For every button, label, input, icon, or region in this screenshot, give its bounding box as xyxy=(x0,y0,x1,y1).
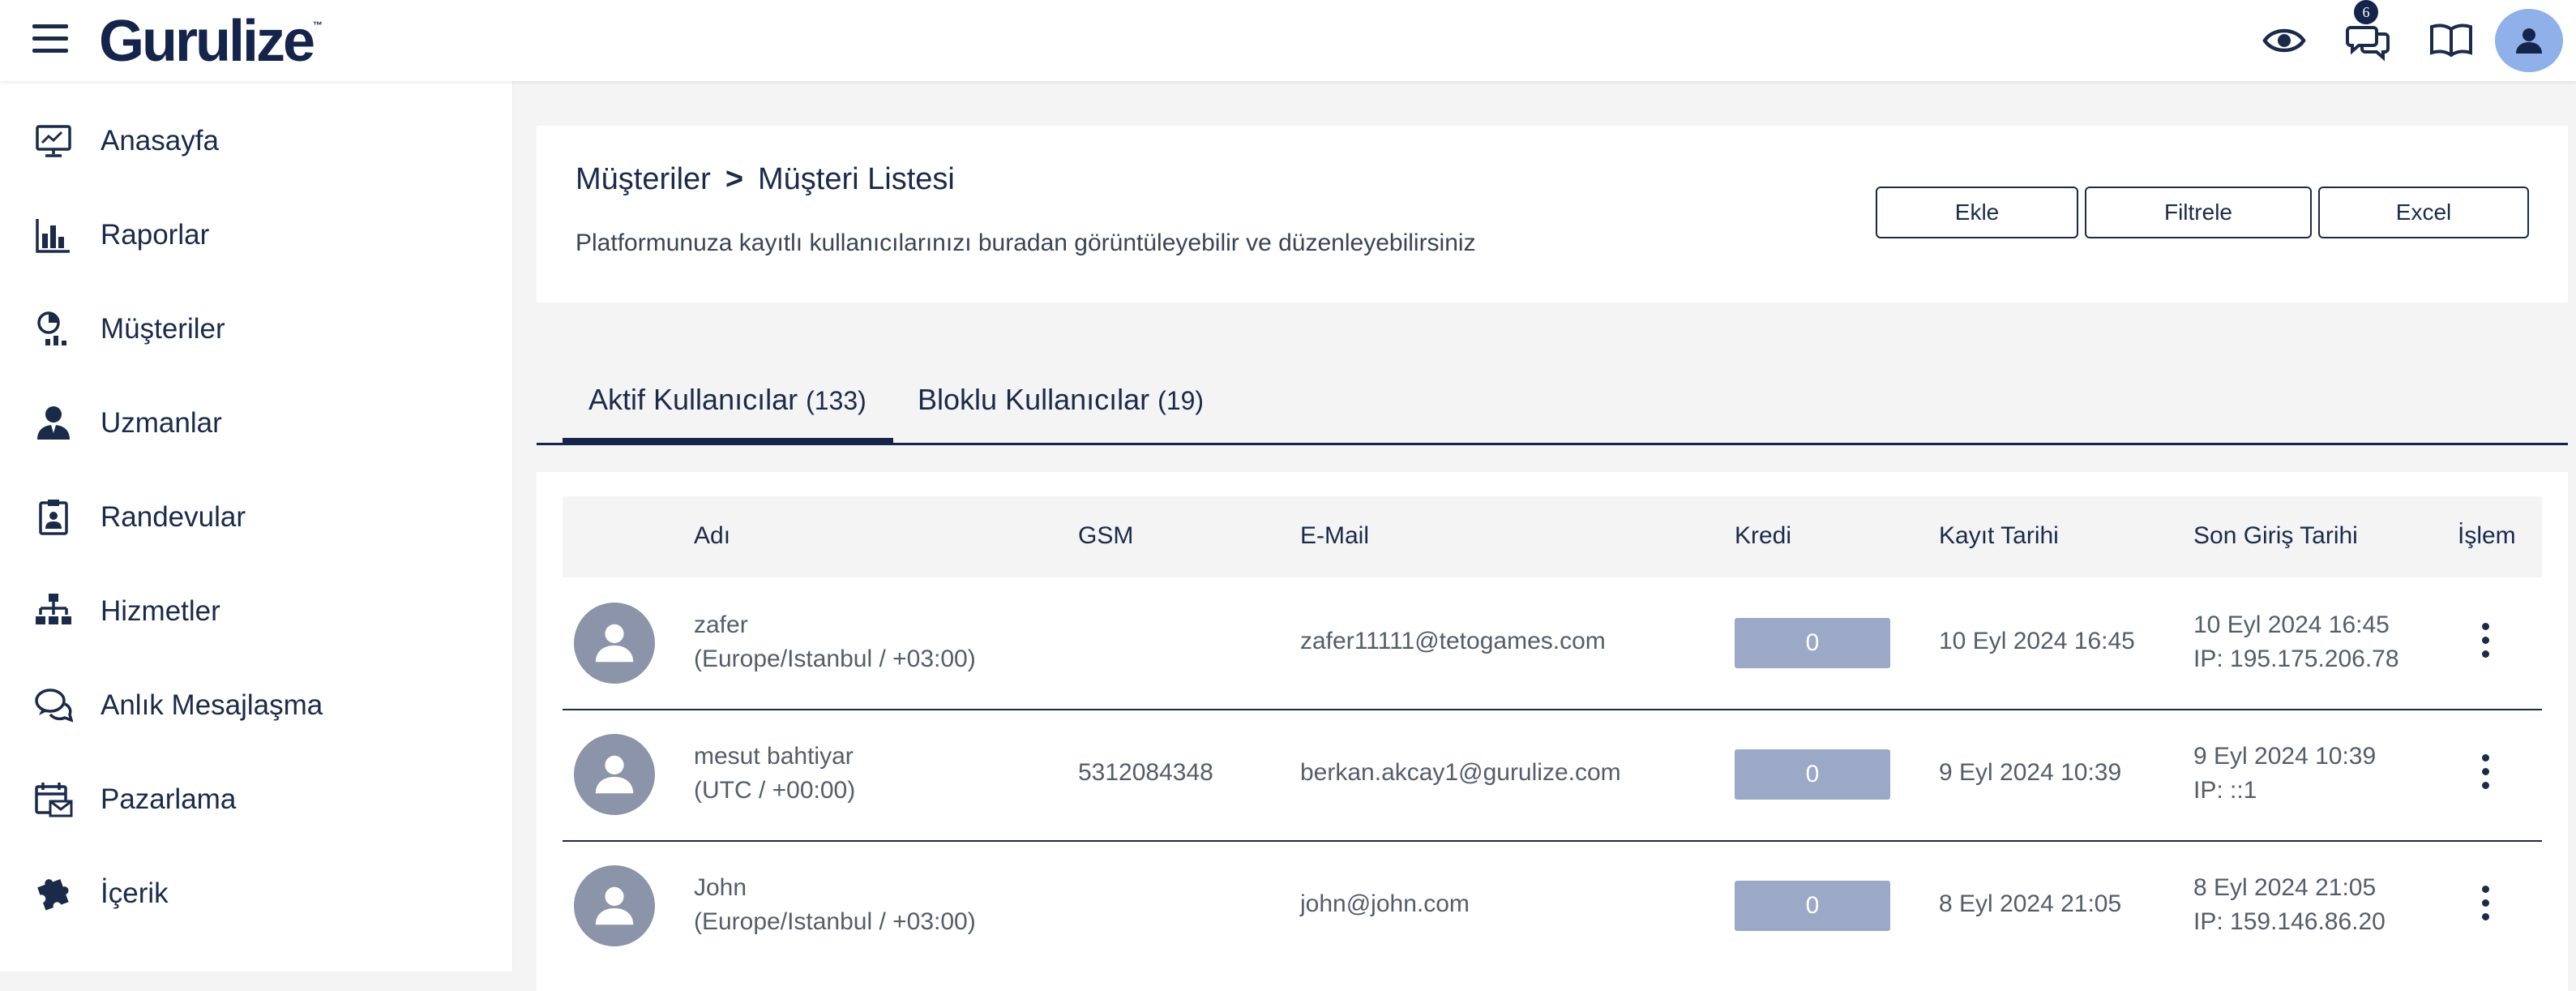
clipboard-icon xyxy=(32,496,75,538)
more-actions-icon[interactable] xyxy=(2469,754,2501,795)
book-icon[interactable] xyxy=(2428,18,2474,63)
sitemap-icon xyxy=(32,590,75,633)
user-icon xyxy=(595,755,634,794)
customer-name: zafer xyxy=(694,611,748,638)
gsm-cell: 5312084348 xyxy=(1078,759,1213,786)
email-cell: zafer11111@tetogames.com xyxy=(1300,628,1606,654)
excel-button[interactable]: Excel xyxy=(2318,187,2529,238)
tab-bloklu-kullanicilar[interactable]: Bloklu Kullanıcılar (19) xyxy=(918,383,1204,417)
chat-icon[interactable] xyxy=(2346,18,2391,63)
top-bar: Gurulize™ 6 xyxy=(0,0,2576,81)
avatar xyxy=(574,734,655,815)
dashboard-icon xyxy=(32,120,75,162)
column-header-credit[interactable]: Kredi xyxy=(1735,522,1791,550)
last-login-ip: IP: ::1 xyxy=(2193,777,2257,804)
email-cell: john@john.com xyxy=(1300,890,1470,917)
last-login-cell: 9 Eyl 2024 10:39IP: ::1 xyxy=(2193,740,2376,808)
last-login-date: 8 Eyl 2024 21:05 xyxy=(2193,874,2377,901)
breadcrumb-parent[interactable]: Müşteriler xyxy=(576,162,711,196)
customer-name-cell: John (Europe/Istanbul / +03:00) xyxy=(694,871,976,939)
last-login-date: 10 Eyl 2024 16:45 xyxy=(2193,611,2390,638)
customer-timezone: (Europe/Istanbul / +03:00) xyxy=(694,646,976,672)
sidebar-item-icerik[interactable]: İçerik xyxy=(32,869,169,918)
column-header-register-date[interactable]: Kayıt Tarihi xyxy=(1939,522,2059,550)
avatar xyxy=(574,865,655,946)
add-button[interactable]: Ekle xyxy=(1876,187,2078,238)
register-date-cell: 10 Eyl 2024 16:45 xyxy=(1939,628,2135,654)
column-header-name[interactable]: Adı xyxy=(694,522,730,550)
column-header-action: İşlem xyxy=(2458,522,2516,549)
credit-badge: 0 xyxy=(1735,749,1890,800)
email-cell: berkan.akcay1@gurulize.com xyxy=(1300,759,1621,786)
table-row[interactable]: John (Europe/Istanbul / +03:00) john@john… xyxy=(563,840,2542,972)
credit-badge: 0 xyxy=(1735,881,1890,931)
logo[interactable]: Gurulize™ xyxy=(99,8,323,75)
sidebar-item-pazarlama[interactable]: Pazarlama xyxy=(32,775,236,824)
customers-icon xyxy=(32,308,75,350)
credit-badge: 0 xyxy=(1735,618,1890,668)
messages-badge: 6 xyxy=(2354,0,2378,24)
user-icon xyxy=(2516,28,2542,54)
customer-name-cell: mesut bahtiyar (UTC / +00:00) xyxy=(694,740,855,808)
customer-name-cell: zafer (Europe/Istanbul / +03:00) xyxy=(694,608,976,676)
sidebar-item-musteriler[interactable]: Müşteriler xyxy=(32,305,225,354)
last-login-cell: 8 Eyl 2024 21:05 IP: 159.146.86.20 xyxy=(2193,871,2386,939)
active-tab-indicator xyxy=(563,438,893,445)
user-avatar[interactable] xyxy=(2495,9,2563,72)
customer-name: John xyxy=(694,874,747,901)
user-icon xyxy=(595,624,634,663)
table-header: Adı GSM E-Mail Kredi Kayıt Tarihi Son Gi… xyxy=(563,496,2542,577)
tab-aktif-kullanicilar[interactable]: Aktif Kullanıcılar (133) xyxy=(588,383,867,417)
customer-timezone: (Europe/Istanbul / +03:00) xyxy=(694,908,976,935)
bar-chart-icon xyxy=(32,214,75,256)
register-date-cell: 9 Eyl 2024 10:39 xyxy=(1939,759,2122,786)
customer-table: Adı GSM E-Mail Kredi Kayıt Tarihi Son Gi… xyxy=(537,472,2568,991)
eye-icon[interactable] xyxy=(2261,18,2307,63)
table-row[interactable]: zafer (Europe/Istanbul / +03:00) zafer111… xyxy=(563,577,2542,710)
more-actions-icon[interactable] xyxy=(2469,623,2501,663)
breadcrumb-separator: > xyxy=(725,162,744,196)
register-date-cell: 8 Eyl 2024 21:05 xyxy=(1939,890,2122,917)
column-header-gsm[interactable]: GSM xyxy=(1078,522,1133,550)
last-login-date: 9 Eyl 2024 10:39 xyxy=(2193,743,2377,770)
sidebar: Anasayfa Raporlar Müşteriler Uzmanlar Ra… xyxy=(0,81,513,972)
breadcrumb: Müşteriler > Müşteri Listesi xyxy=(576,162,955,197)
column-header-email[interactable]: E-Mail xyxy=(1300,522,1369,550)
page-header: Müşteriler > Müşteri Listesi Platformunuza… xyxy=(537,126,2568,302)
column-header-last-login[interactable]: Son Giriş Tarihi xyxy=(2193,522,2358,550)
last-login-cell: 10 Eyl 2024 16:45 IP: 195.175.206.78 xyxy=(2193,608,2399,676)
tabs: Aktif Kullanıcılar (133) Bloklu Kullanıc… xyxy=(537,357,2568,445)
customer-name: mesut bahtiyar xyxy=(694,743,854,770)
customer-timezone: (UTC / +00:00) xyxy=(694,777,856,804)
chat-icon xyxy=(32,684,75,727)
puzzle-icon xyxy=(32,873,75,915)
user-icon xyxy=(595,886,634,925)
sidebar-item-randevular[interactable]: Randevular xyxy=(32,493,246,542)
menu-icon[interactable] xyxy=(32,24,68,57)
last-login-ip: IP: 195.175.206.78 xyxy=(2193,646,2399,672)
sidebar-item-anasayfa[interactable]: Anasayfa xyxy=(32,117,219,165)
sidebar-item-uzmanlar[interactable]: Uzmanlar xyxy=(32,399,222,448)
table-row[interactable]: mesut bahtiyar (UTC / +00:00) 5312084348 … xyxy=(563,709,2542,842)
sidebar-item-hizmetler[interactable]: Hizmetler xyxy=(32,587,220,636)
calendar-mail-icon xyxy=(32,779,75,821)
sidebar-item-anlik-mesajlasma[interactable]: Anlık Mesajlaşma xyxy=(32,681,323,730)
more-actions-icon[interactable] xyxy=(2469,886,2501,926)
page-subtitle: Platformunuza kayıtlı kullanıcılarınızı … xyxy=(576,230,1476,256)
last-login-ip: IP: 159.146.86.20 xyxy=(2193,908,2386,935)
filter-button[interactable]: Filtrele xyxy=(2085,187,2312,238)
expert-icon xyxy=(32,402,75,444)
breadcrumb-current: Müşteri Listesi xyxy=(758,162,955,196)
sidebar-item-raporlar[interactable]: Raporlar xyxy=(32,211,209,260)
avatar xyxy=(574,603,655,684)
